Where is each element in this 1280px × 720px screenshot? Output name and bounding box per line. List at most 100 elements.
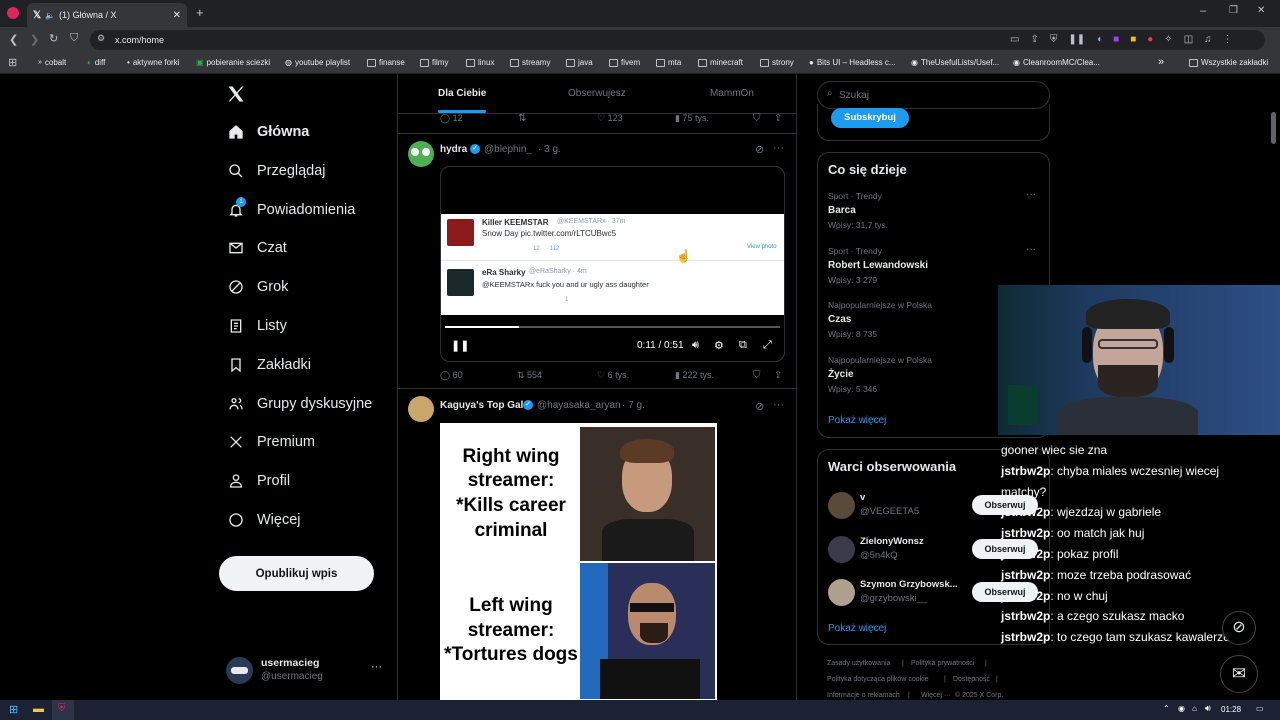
reply-count[interactable]: ◯ 12 (440, 113, 463, 124)
trend-item[interactable]: Sport · Trendy Barca Wpisy: 31,7 tys. ··· (828, 189, 1038, 230)
sidebar-item-grupy-dyskusyjne[interactable]: Grupy dyskusyjne (228, 396, 372, 412)
show-more-link[interactable]: Pokaż więcej (828, 623, 886, 634)
footer-link[interactable]: Informacje o reklamach (827, 692, 900, 699)
bookmark[interactable]: » cobalt (38, 58, 66, 67)
grok-fab-icon[interactable]: ⊘ (1222, 611, 1256, 645)
new-tab-icon[interactable]: + (196, 5, 204, 20)
bookmark-folder[interactable]: finanse (367, 58, 405, 67)
tray-up-icon[interactable]: ⌃ (1163, 704, 1170, 713)
extension-icon[interactable]: ■ (1113, 34, 1119, 45)
pip-icon[interactable]: ⧉ (739, 339, 747, 352)
repost-icon[interactable]: ⇅ (518, 113, 526, 124)
trend-item[interactable]: Sport · Trendy Robert Lewandowski Wpisy: 3… (828, 244, 1038, 285)
footer-link[interactable]: Więcej ··· (921, 692, 951, 699)
site-info-icon[interactable]: ⚙ (97, 33, 105, 44)
repost-button[interactable]: ⇅ 554 (517, 370, 542, 381)
follow-button[interactable]: Obserwuj (972, 495, 1038, 515)
author-name[interactable]: hydra (440, 144, 467, 155)
sidebar-item-grok[interactable]: Grok (228, 279, 288, 295)
footer-link[interactable]: © 2025 X Corp. (955, 692, 1003, 699)
messages-fab-icon[interactable]: ✉ (1220, 655, 1258, 693)
cast-icon[interactable]: ▭ (1010, 34, 1019, 45)
views-button[interactable]: ▮ 222 tys. (675, 370, 714, 381)
reply-button[interactable]: ◯ 60 (440, 370, 463, 381)
bookmark-folder[interactable]: fivem (609, 58, 640, 67)
extension-icon[interactable]: ◖ (1096, 34, 1102, 45)
bookmark[interactable]: ◐ diff (87, 58, 105, 67)
notifications-icon[interactable]: ▭ (1256, 704, 1264, 713)
sidebar-item-zakładki[interactable]: Zakładki (228, 357, 311, 373)
avatar[interactable] (408, 141, 434, 167)
bookmark[interactable]: ◉ TheUsefulLists/Usef... (911, 58, 999, 67)
bookmark[interactable]: ▣ pobieranie sciezki (196, 58, 270, 67)
like-button[interactable]: ♡ 6 tys. (597, 370, 629, 381)
volume-icon[interactable]: 🔊︎ (692, 339, 699, 352)
bookmark-page-icon[interactable]: ⛉ (70, 32, 78, 45)
forward-icon[interactable]: ❯ (30, 33, 39, 46)
tab-list[interactable]: MammOn (710, 88, 754, 99)
pause-icon[interactable]: ❚❚ (451, 339, 469, 352)
settings-icon[interactable]: ⚙ (714, 339, 724, 352)
sidebar-item-powiadomienia[interactable]: 1 Powiadomienia (228, 196, 355, 218)
bookmark-folder[interactable]: strony (760, 58, 794, 67)
footer-link[interactable]: Polityka prywatności (911, 660, 974, 667)
media-icon[interactable]: ♫ (1204, 34, 1212, 45)
puzzle-icon[interactable]: ✧ (1164, 34, 1172, 45)
video-progress-bar[interactable] (445, 326, 780, 328)
share-icon[interactable]: ⇪ (1030, 34, 1038, 45)
sidebar-item-przeglądaj[interactable]: Przeglądaj (228, 163, 326, 179)
bookmark-icon[interactable]: ⛉ (753, 370, 761, 381)
fullscreen-icon[interactable]: ⤢ (763, 339, 772, 352)
account-switcher[interactable]: usermacieg @usermacieg ··· (226, 655, 386, 689)
account-more-icon[interactable]: ··· (371, 661, 382, 673)
follow-button[interactable]: Obserwuj (972, 538, 1038, 559)
x-logo-icon[interactable] (226, 84, 246, 104)
tab-close-icon[interactable]: ✕ (173, 10, 181, 21)
share-icon[interactable]: ⇪ (774, 113, 782, 124)
bookmark-folder[interactable]: minecraft (698, 58, 743, 67)
browser-menu-icon[interactable] (7, 7, 19, 19)
bookmark-folder[interactable]: linux (466, 58, 494, 67)
post-time[interactable]: · 3 g. (538, 144, 561, 155)
pause-icon[interactable]: ❚❚ (1068, 34, 1085, 45)
footer-link[interactable]: Zasady użytkowania (827, 660, 890, 667)
sidebar-item-profil[interactable]: Profil (228, 473, 290, 489)
network-icon[interactable]: ⌂ (1192, 704, 1197, 713)
clock[interactable]: 01:28 (1221, 705, 1241, 714)
author-name[interactable]: Kaguya's Top Gal (440, 400, 523, 411)
author-handle[interactable]: @blephin_ (484, 144, 532, 155)
browser-taskbar-button[interactable]: ⛨ (52, 700, 74, 720)
post-more-icon[interactable]: ··· (773, 399, 784, 411)
reload-icon[interactable]: ↻ (49, 32, 58, 45)
close-window-icon[interactable]: ✕ (1257, 5, 1265, 16)
volume-icon[interactable]: 🔊︎ (1205, 703, 1211, 714)
follow-button[interactable]: Obserwuj (972, 582, 1038, 602)
sidebar-item-więcej[interactable]: Więcej (228, 512, 301, 528)
bookmark[interactable]: • aktywne forki (127, 58, 180, 67)
meme-image[interactable]: Right wing streamer: *Kills career crimi… (440, 423, 717, 700)
shield-icon[interactable]: ⛨ (1050, 34, 1058, 45)
sidebar-item-główna[interactable]: Główna (228, 124, 309, 140)
start-icon[interactable]: ⊞ (9, 703, 18, 716)
sidebar-item-listy[interactable]: Listy (228, 318, 287, 334)
tab-for-you[interactable]: Dla Ciebie (438, 88, 486, 99)
more-bookmarks-icon[interactable]: » (1158, 56, 1164, 68)
bookmark-folder[interactable]: mta (656, 58, 681, 67)
avatar[interactable] (408, 396, 434, 422)
bookmark-icon[interactable]: ⛉ (753, 113, 761, 124)
bookmark-folder[interactable]: java (566, 58, 593, 67)
trend-more-icon[interactable]: ··· (1026, 244, 1036, 255)
sidebar-item-premium[interactable]: Premium (228, 434, 315, 450)
apps-grid-icon[interactable]: ⊞ (8, 56, 17, 69)
restore-icon[interactable]: ❐ (1229, 5, 1238, 16)
sidebar-icon[interactable]: ◫ (1184, 34, 1193, 45)
tray-app-icon[interactable]: ◉ (1178, 704, 1185, 713)
minimize-icon[interactable]: – (1200, 5, 1206, 17)
footer-link[interactable]: Dostępność (953, 676, 990, 683)
bookmark-folder[interactable]: streamy (510, 58, 550, 67)
tab-following[interactable]: Obserwujesz (568, 88, 626, 99)
trend-more-icon[interactable]: ··· (1026, 189, 1036, 200)
all-bookmarks[interactable]: Wszystkie zakładki (1189, 58, 1268, 67)
bookmark[interactable]: ◉ CleanroomMC/Clea... (1013, 58, 1100, 67)
post[interactable]: Kaguya's Top Gal ✓ @hayasaka_aryan · 7 g… (398, 390, 796, 700)
